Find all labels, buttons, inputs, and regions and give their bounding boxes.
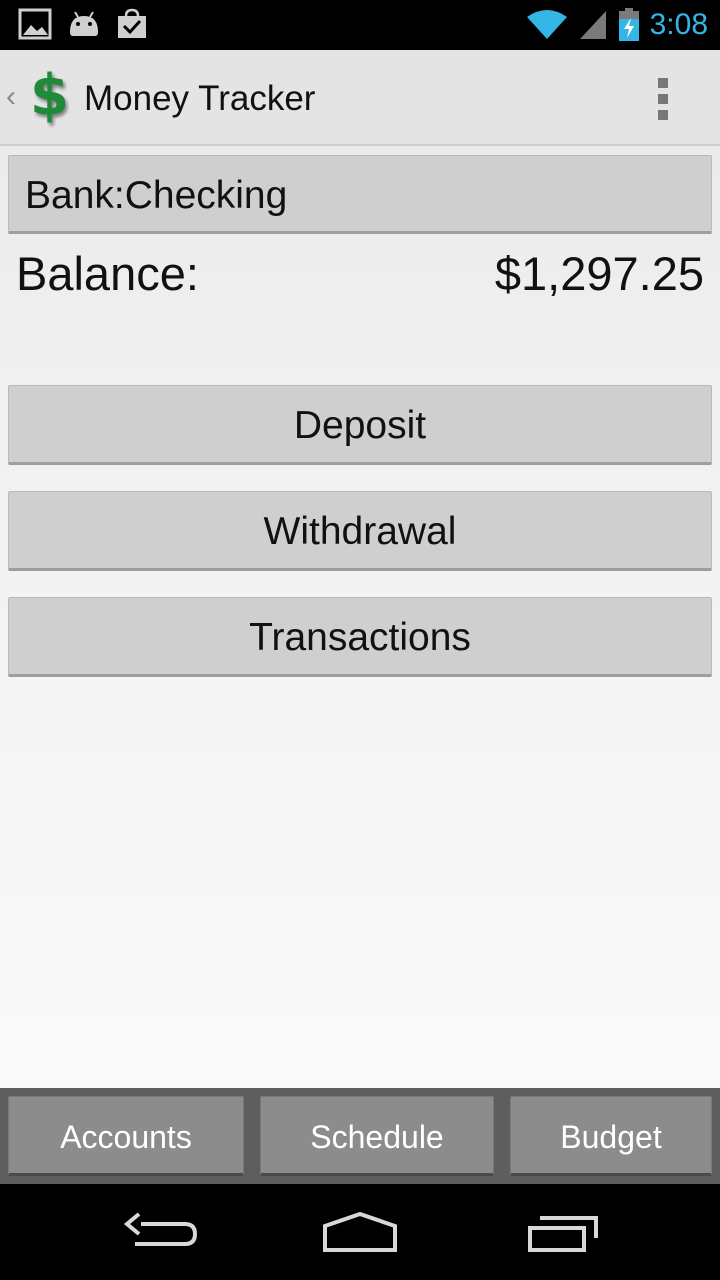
balance-label: Balance: [16,247,199,300]
system-icons: 3:08 [526,6,708,44]
shopping-bag-check-icon [118,8,146,38]
notification-icons [18,8,148,40]
status-time: 3:08 [649,8,708,41]
back-icon[interactable] [115,1204,205,1260]
transactions-button[interactable]: Transactions [8,597,712,677]
action-bar: ‹ $ Money Tracker [0,50,720,146]
dollar-logo-icon[interactable]: $ [30,64,74,128]
wifi-icon [526,10,567,39]
image-icon [18,8,52,40]
accounts-tab[interactable]: Accounts [8,1096,244,1176]
home-icon[interactable] [315,1204,405,1260]
account-selector-label: Bank:Checking [25,174,288,217]
status-bar: 3:08 [0,0,720,50]
app-title: Money Tracker [84,79,316,118]
recent-apps-icon[interactable] [520,1204,610,1260]
up-caret-icon[interactable]: ‹ [6,80,16,114]
navigation-bar [0,1184,720,1280]
android-icon [70,11,98,36]
battery-charging-icon [618,8,639,41]
account-selector[interactable]: Bank:Checking [8,155,712,234]
withdrawal-button[interactable]: Withdrawal [8,491,712,571]
signal-icon [579,11,606,39]
overflow-menu-icon[interactable] [654,76,674,122]
balance-value: $1,297.25 [494,247,704,300]
budget-tab[interactable]: Budget [510,1096,712,1176]
schedule-tab[interactable]: Schedule [260,1096,494,1176]
bottom-tab-bar: Accounts Schedule Budget [0,1088,720,1184]
app-content: ‹ $ Money Tracker Bank:Checking Balance:… [0,50,720,1184]
deposit-button[interactable]: Deposit [8,385,712,465]
